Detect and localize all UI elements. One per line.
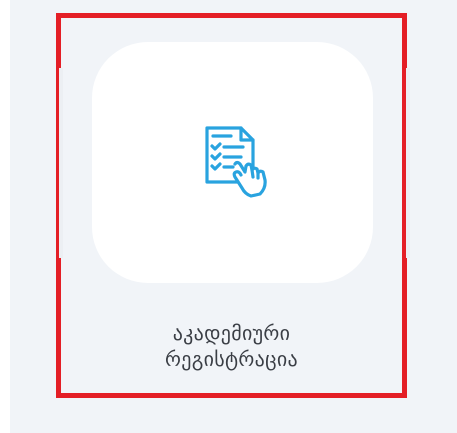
tile-icon-container <box>59 42 410 283</box>
divider <box>59 68 63 258</box>
checklist-document-hand-icon <box>204 125 267 198</box>
adjacent-panel-edge <box>0 0 10 433</box>
tile-label-line-1: აკადემიური <box>172 321 291 345</box>
tile-label-line-2: რეგისტრაცია <box>165 347 298 371</box>
academic-registration-tile[interactable]: აკადემიური რეგისტრაცია <box>56 13 410 398</box>
tile-label: აკადემიური რეგისტრაცია <box>61 320 402 372</box>
divider <box>406 68 410 258</box>
